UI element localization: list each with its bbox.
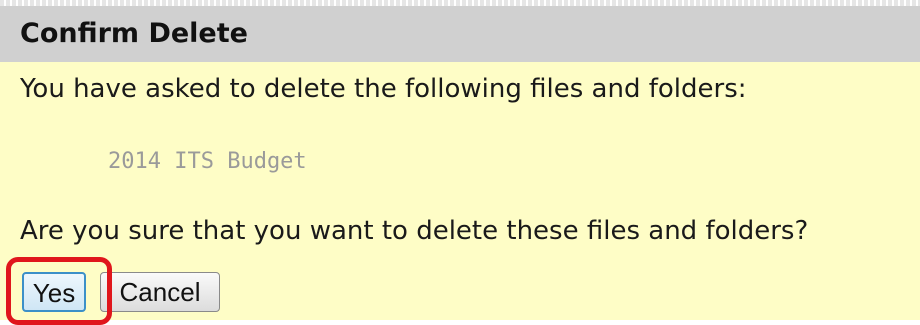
confirm-delete-dialog: Confirm Delete You have asked to delete …: [0, 0, 920, 325]
file-list: 2014 ITS Budget: [108, 149, 307, 174]
dialog-title-bar: Confirm Delete: [0, 6, 920, 62]
dialog-title: Confirm Delete: [20, 18, 248, 49]
confirm-question: Are you sure that you want to delete the…: [20, 216, 809, 246]
yes-button[interactable]: Yes: [22, 272, 86, 312]
cancel-button[interactable]: Cancel: [100, 272, 220, 312]
file-item: 2014 ITS Budget: [108, 149, 307, 174]
delete-message: You have asked to delete the following f…: [20, 74, 747, 104]
